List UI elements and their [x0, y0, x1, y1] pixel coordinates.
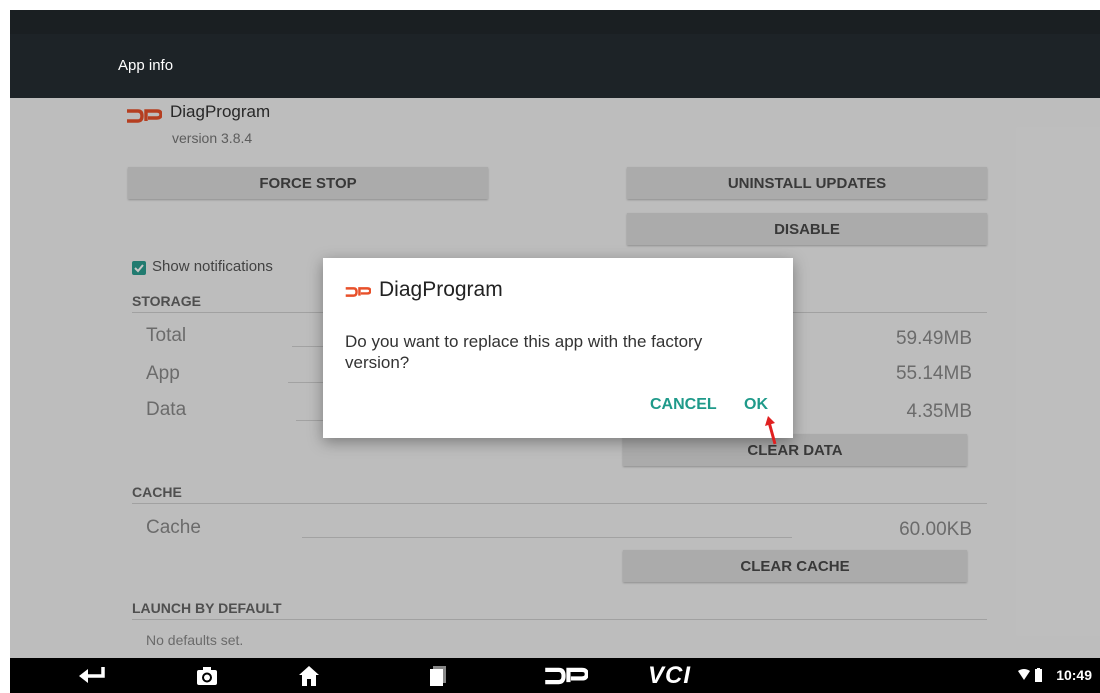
back-icon	[79, 666, 105, 683]
dp-app-button[interactable]	[544, 658, 588, 693]
vci-icon: VCI	[648, 661, 692, 689]
wifi-icon	[1018, 669, 1030, 680]
back-button[interactable]	[78, 658, 106, 693]
clock: 10:49	[1056, 667, 1092, 683]
android-screen: App info DiagProgram version 3.8.4 FORCE…	[10, 10, 1100, 693]
page-title: App info	[118, 57, 174, 74]
dialog-message: Do you want to replace this app with the…	[345, 332, 703, 372]
vci-button[interactable]: VCI	[648, 658, 691, 693]
battery-icon	[1035, 668, 1042, 682]
dp-logo-icon	[345, 287, 371, 297]
annotation-arrow-icon	[765, 416, 777, 445]
navigation-bar: VCI 10:49	[10, 658, 1100, 693]
replace-app-dialog: DiagProgram Do you want to replace this …	[323, 258, 793, 445]
recents-button[interactable]	[428, 658, 448, 693]
camera-icon	[197, 666, 217, 685]
home-icon	[299, 665, 319, 686]
app-bar: App info	[10, 34, 1100, 98]
ok-button[interactable]: OK	[744, 396, 768, 414]
home-button[interactable]	[298, 658, 320, 693]
status-bar	[10, 10, 1100, 34]
dialog-title: DiagProgram	[379, 278, 503, 301]
camera-button[interactable]	[196, 658, 218, 693]
cancel-button[interactable]: CANCEL	[650, 396, 717, 414]
recents-icon	[430, 665, 446, 686]
dp-icon	[545, 667, 588, 684]
